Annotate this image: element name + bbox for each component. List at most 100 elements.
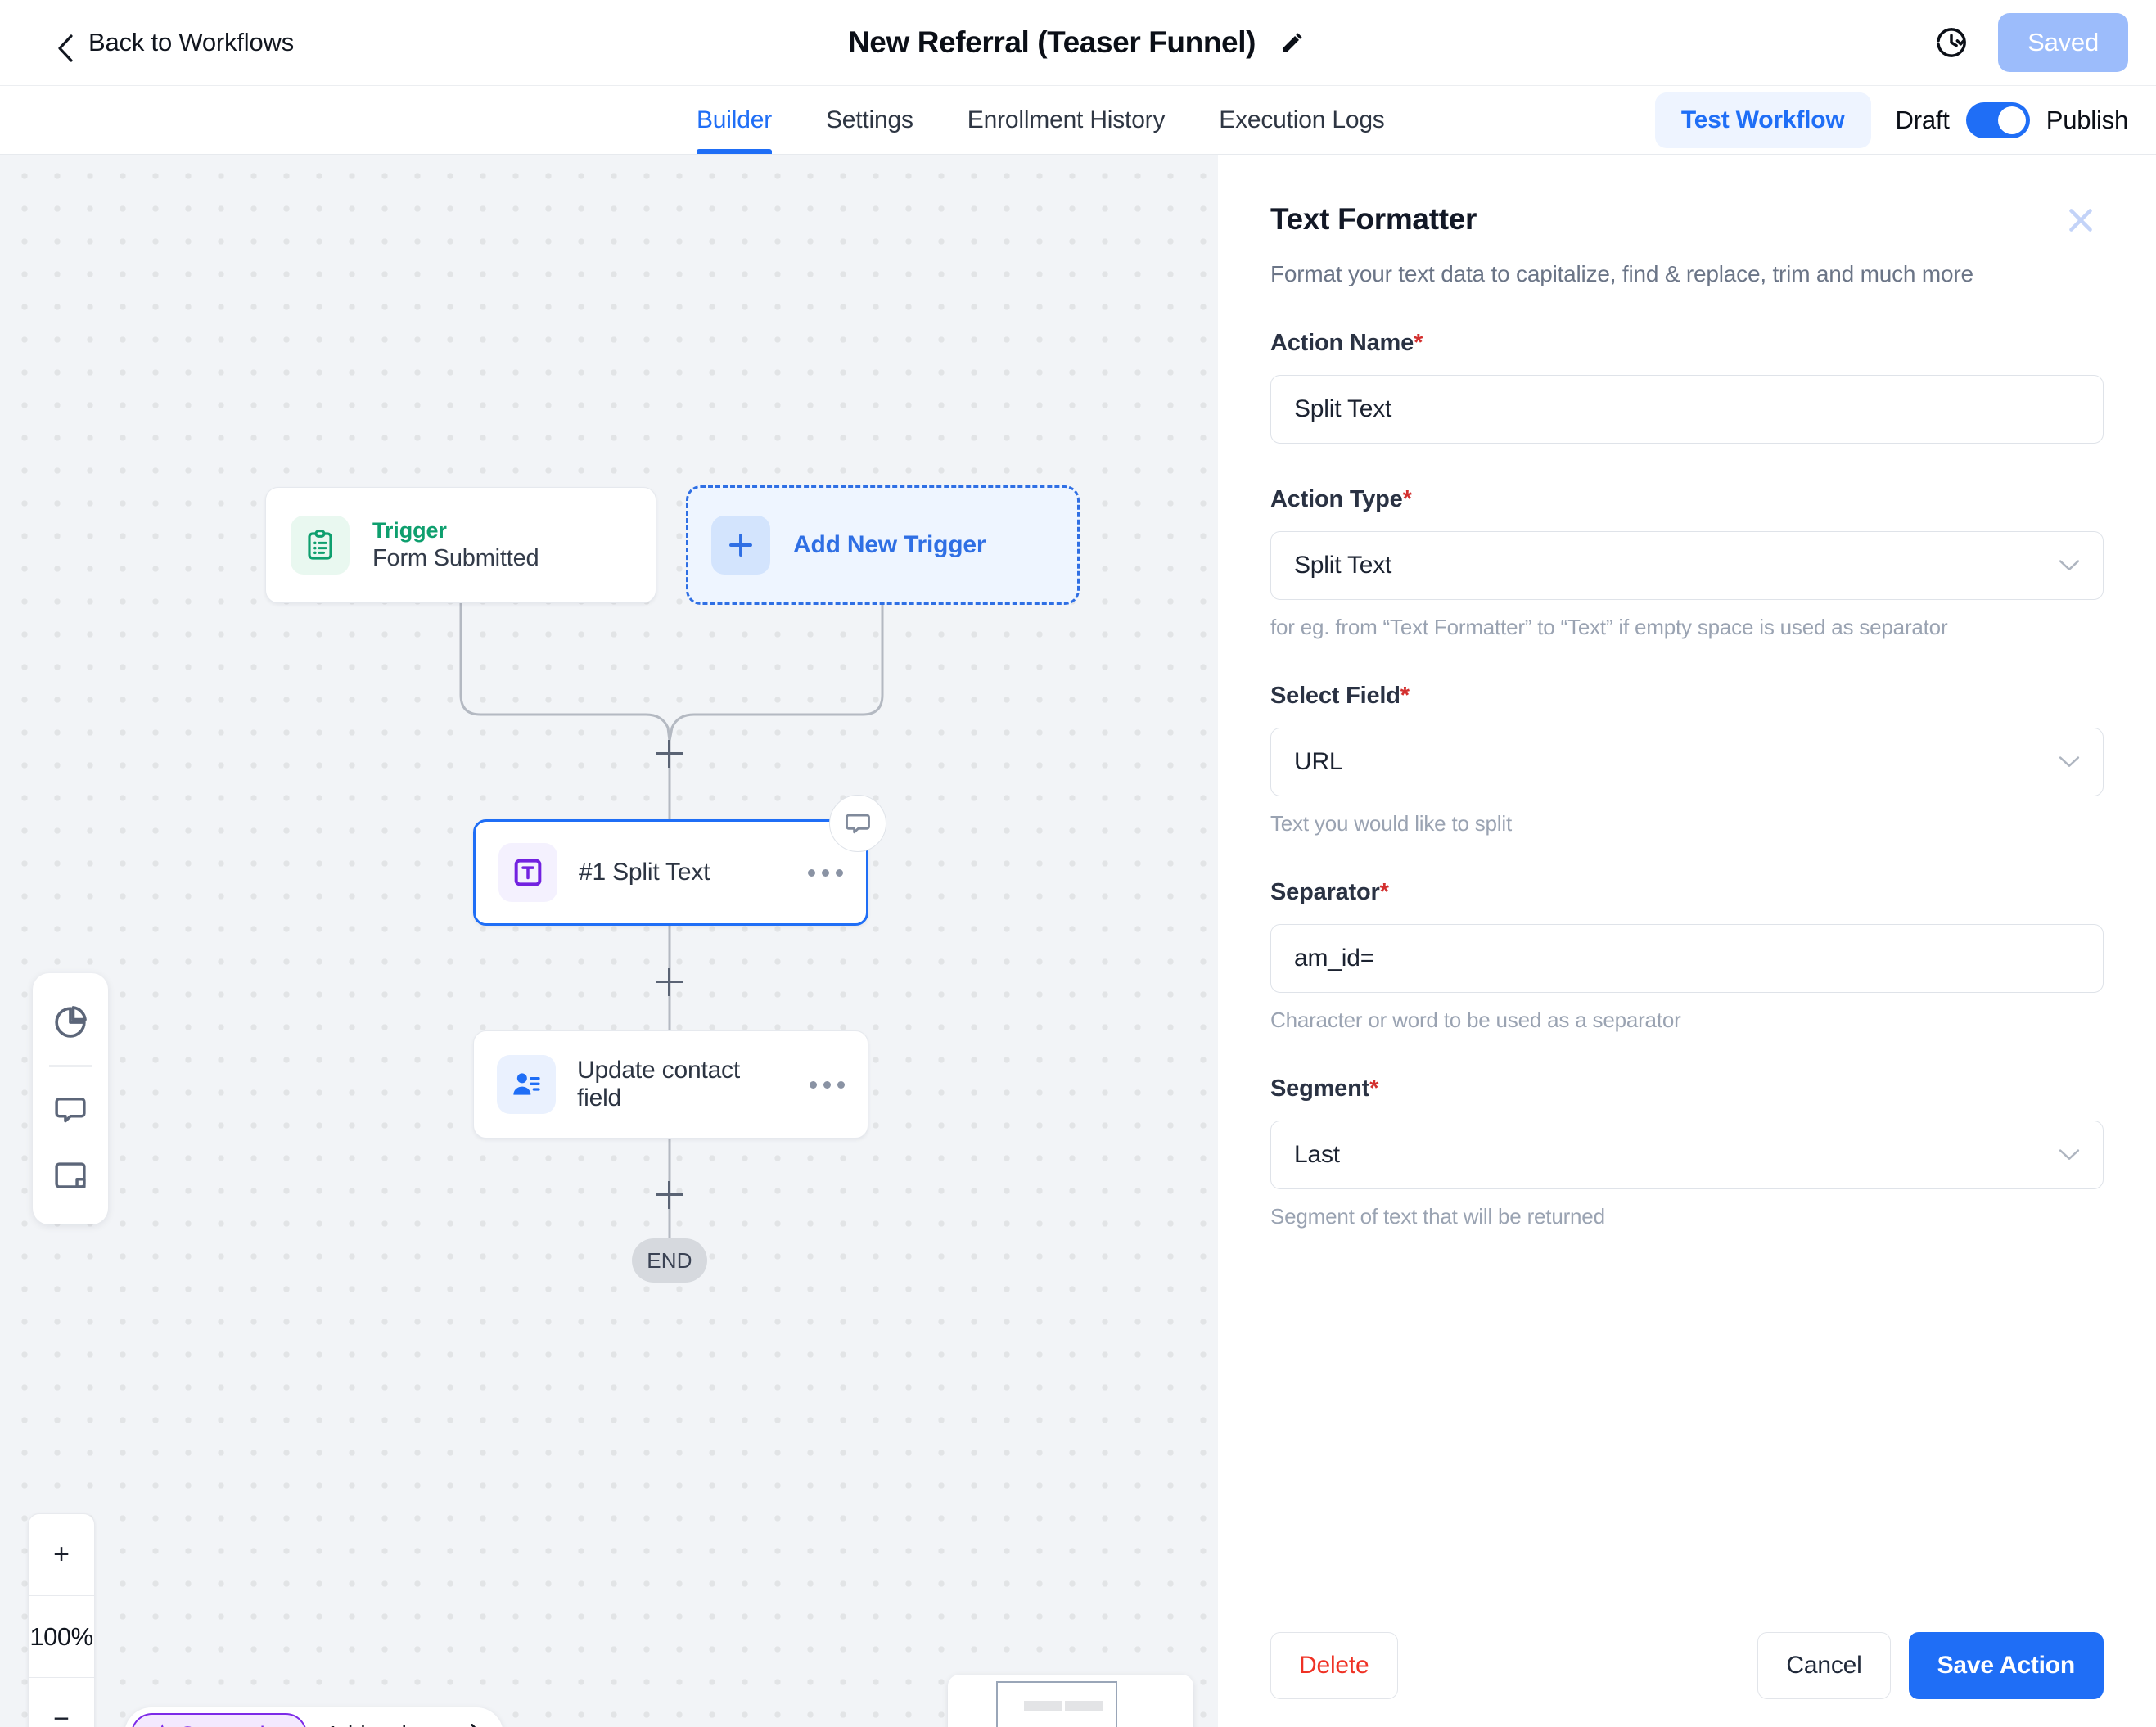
suggestion-pill[interactable]: Suggestion — [131, 1713, 308, 1727]
required-asterisk: * — [1400, 683, 1410, 709]
saved-button[interactable]: Saved — [1998, 13, 2128, 72]
cancel-button[interactable]: Cancel — [1757, 1632, 1891, 1699]
canvas-minimap[interactable] — [948, 1675, 1193, 1727]
page-title: New Referral (Teaser Funnel) — [847, 25, 1256, 59]
zoom-out-button[interactable]: − — [29, 1678, 94, 1727]
chevron-down-icon — [2059, 1148, 2080, 1161]
action-node-label: #1 Split Text — [579, 859, 710, 886]
clipboard-check-icon — [291, 516, 350, 575]
required-asterisk: * — [1379, 879, 1389, 905]
action-type-value: Split Text — [1294, 552, 1392, 579]
suggestion-pill-label: Suggestion — [180, 1722, 289, 1727]
rail-divider — [49, 1065, 92, 1067]
field-segment: Segment* Last Segment of text that will … — [1270, 1075, 2104, 1229]
select-field-select[interactable]: URL — [1270, 728, 2104, 796]
field-action-type: Action Type* Split Text for eg. from “Te… — [1270, 486, 2104, 640]
note-card-icon[interactable] — [33, 1143, 108, 1208]
separator-input[interactable]: am_id= — [1270, 924, 2104, 993]
tab-list: Builder Settings Enrollment History Exec… — [670, 86, 1412, 154]
pie-chart-icon[interactable] — [33, 990, 108, 1055]
draft-label: Draft — [1895, 105, 1950, 134]
workflow-title-group: New Referral (Teaser Funnel) — [0, 0, 2156, 85]
field-help-text: Text you would like to split — [1270, 811, 1512, 836]
trigger-node[interactable]: Trigger Form Submitted — [265, 487, 656, 603]
minimap-viewport — [996, 1681, 1117, 1727]
delete-button[interactable]: Delete — [1270, 1632, 1398, 1699]
panel-footer: Delete Cancel Save Action — [1218, 1604, 2156, 1727]
field-separator: Separator* am_id= Character or word to b… — [1270, 879, 2104, 1033]
arrow-right-icon — [456, 1721, 482, 1727]
publish-toggle[interactable] — [1965, 101, 2030, 138]
field-label: Action Type* — [1270, 486, 2104, 513]
action-node-label: Update contact field — [577, 1057, 740, 1112]
zoom-level-label[interactable]: 100% — [29, 1596, 94, 1678]
chevron-down-icon — [2059, 755, 2080, 769]
add-actions-label: Add actions — [325, 1721, 443, 1727]
pencil-icon[interactable] — [1277, 27, 1308, 58]
save-action-button[interactable]: Save Action — [1908, 1632, 2104, 1699]
action-node-split-text[interactable]: #1 Split Text — [473, 819, 868, 926]
action-config-panel: Text Formatter Format your text data to … — [1218, 155, 2156, 1727]
trigger-kicker: Trigger — [372, 518, 447, 543]
sparkle-icon — [149, 1721, 170, 1727]
add-step-plus-2[interactable] — [656, 968, 683, 996]
required-asterisk: * — [1369, 1075, 1379, 1102]
field-label-text: Action Name — [1270, 330, 1414, 356]
workflow-canvas[interactable]: Trigger Form Submitted Add New Trigger #… — [0, 155, 1218, 1727]
field-label-text: Action Type — [1270, 486, 1403, 512]
add-actions-link[interactable]: Add actions — [325, 1721, 482, 1727]
add-step-plus-1[interactable] — [656, 740, 683, 768]
field-label-text: Select Field — [1270, 683, 1400, 709]
segment-value: Last — [1294, 1141, 1340, 1168]
contact-edit-icon — [497, 1055, 556, 1114]
action-name-input[interactable]: Split Text — [1270, 375, 2104, 444]
top-bar: Back to Workflows New Referral (Teaser F… — [0, 0, 2156, 86]
add-new-trigger-label: Add New Trigger — [793, 531, 986, 558]
field-action-name: Action Name* Split Text — [1270, 330, 2104, 444]
tab-execution-logs[interactable]: Execution Logs — [1192, 86, 1411, 154]
tab-bar: Builder Settings Enrollment History Exec… — [0, 86, 2156, 155]
comment-bubble-icon[interactable] — [33, 1077, 108, 1143]
action-node-update-contact-field[interactable]: Update contact field — [473, 1030, 868, 1139]
tabbar-actions: Test Workflow Draft Publish — [1654, 86, 2128, 154]
workflow-builder-app: Back to Workflows New Referral (Teaser F… — [0, 0, 2156, 1727]
close-icon[interactable] — [2058, 197, 2104, 243]
end-node: END — [632, 1238, 707, 1283]
more-horizontal-icon[interactable] — [792, 868, 843, 877]
history-clock-icon[interactable] — [1931, 22, 1972, 63]
required-asterisk: * — [1402, 486, 1412, 512]
field-label: Action Name* — [1270, 330, 2104, 357]
field-help-text: for eg. from “Text Formatter” to “Text” … — [1270, 615, 1948, 639]
topbar-actions: Saved — [1931, 13, 2128, 72]
required-asterisk: * — [1414, 330, 1423, 356]
action-type-select[interactable]: Split Text — [1270, 531, 2104, 600]
comment-bubble-icon[interactable] — [829, 795, 886, 852]
add-new-trigger-node[interactable]: Add New Trigger — [686, 485, 1080, 605]
zoom-in-button[interactable]: + — [29, 1514, 94, 1596]
suggestion-bar[interactable]: Suggestion Add actions — [124, 1707, 504, 1727]
test-workflow-button[interactable]: Test Workflow — [1654, 92, 1871, 148]
tab-enrollment-history[interactable]: Enrollment History — [940, 86, 1192, 154]
panel-body: Text Formatter Format your text data to … — [1218, 155, 2156, 1604]
segment-select[interactable]: Last — [1270, 1121, 2104, 1189]
panel-title: Text Formatter — [1270, 202, 1477, 236]
tab-builder[interactable]: Builder — [670, 86, 799, 154]
field-label-text: Separator — [1270, 879, 1380, 905]
panel-header: Text Formatter — [1270, 202, 2104, 243]
trigger-subtitle: Form Submitted — [372, 545, 539, 571]
more-horizontal-icon[interactable] — [793, 1080, 845, 1089]
toggle-knob — [1997, 106, 2026, 134]
zoom-controls: + 100% − — [28, 1513, 95, 1727]
minimap-node — [1065, 1701, 1103, 1711]
field-help-text: Segment of text that will be returned — [1270, 1204, 1605, 1229]
field-help-text: Character or word to be used as a separa… — [1270, 1008, 1681, 1032]
field-label: Segment* — [1270, 1075, 2104, 1102]
tab-settings[interactable]: Settings — [799, 86, 940, 154]
field-label: Separator* — [1270, 879, 2104, 906]
text-format-icon — [498, 843, 557, 902]
add-step-plus-3[interactable] — [656, 1181, 683, 1209]
publish-toggle-group: Draft Publish — [1895, 101, 2128, 138]
field-label-text: Segment — [1270, 1075, 1370, 1102]
chevron-down-icon — [2059, 559, 2080, 572]
panel-subtitle: Format your text data to capitalize, fin… — [1270, 261, 1973, 286]
